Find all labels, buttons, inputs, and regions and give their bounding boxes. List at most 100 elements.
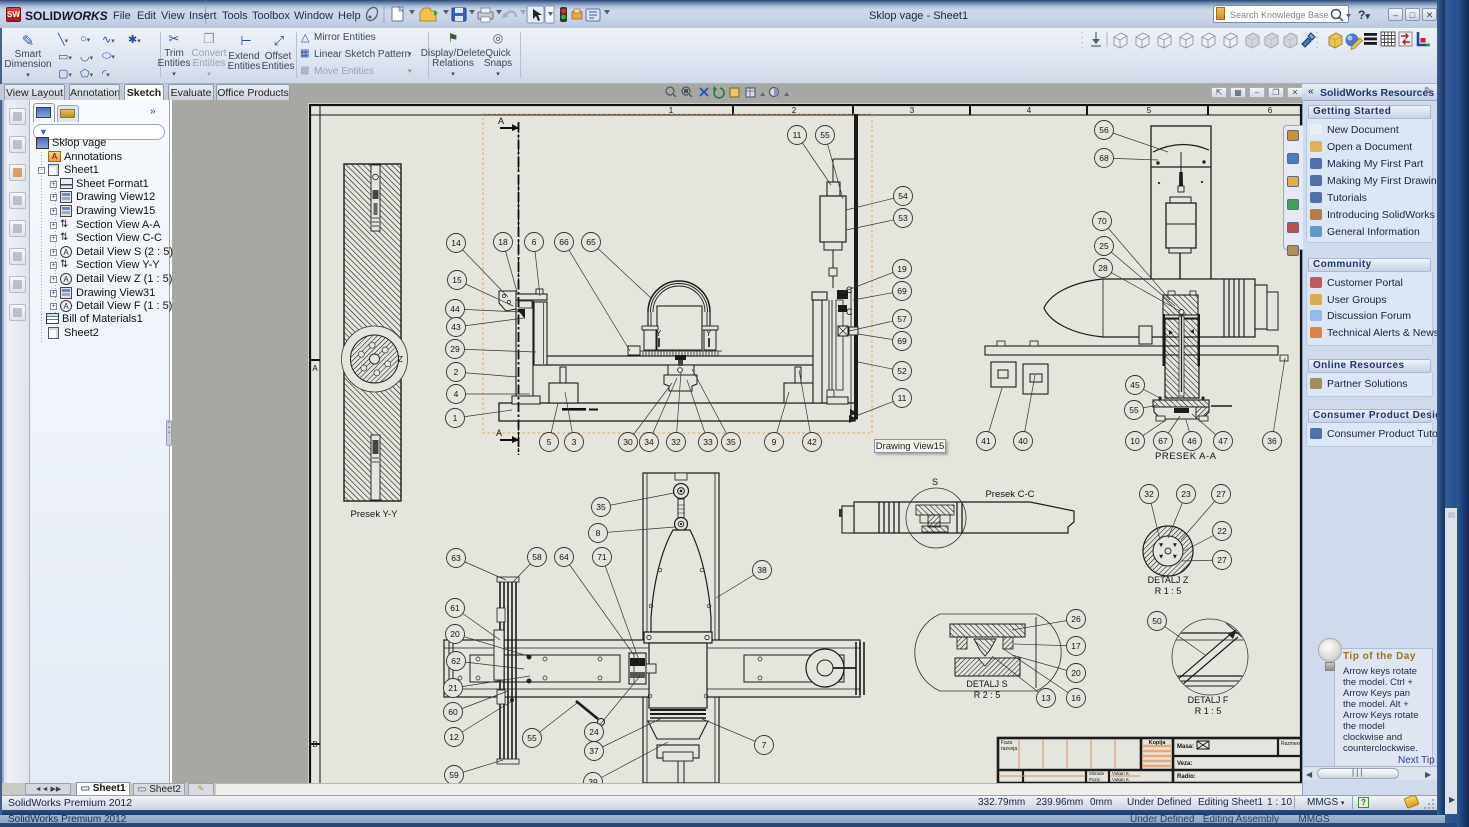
svg-text:20: 20 xyxy=(1071,668,1081,678)
svg-text:69: 69 xyxy=(897,336,907,346)
svg-text:32: 32 xyxy=(671,437,681,447)
svg-text:11: 11 xyxy=(898,393,907,403)
svg-text:C: C xyxy=(846,307,853,317)
svg-text:2: 2 xyxy=(454,367,459,377)
svg-text:29: 29 xyxy=(450,344,460,354)
svg-text:13: 13 xyxy=(1041,693,1051,703)
svg-text:62: 62 xyxy=(451,656,461,666)
svg-text:37: 37 xyxy=(589,746,599,756)
svg-text:Presek Y-Y: Presek Y-Y xyxy=(351,509,399,520)
svg-text:68: 68 xyxy=(1099,153,1109,163)
svg-text:44: 44 xyxy=(450,304,460,314)
svg-text:55: 55 xyxy=(527,733,537,743)
svg-text:Veza:: Veza: xyxy=(1177,761,1192,767)
svg-text:24: 24 xyxy=(589,727,599,737)
svg-text:60: 60 xyxy=(448,707,458,717)
svg-text:52: 52 xyxy=(897,366,907,376)
svg-text:45: 45 xyxy=(1130,380,1140,390)
svg-text:28: 28 xyxy=(1098,263,1108,273)
svg-text:27: 27 xyxy=(1216,489,1226,499)
svg-text:61: 61 xyxy=(450,603,460,613)
svg-text:Razmera: Razmera xyxy=(1281,741,1302,747)
svg-text:Obrada: Obrada xyxy=(1089,771,1105,776)
svg-text:21: 21 xyxy=(448,683,458,693)
svg-text:71: 71 xyxy=(597,552,607,562)
svg-text:R 1 : 5: R 1 : 5 xyxy=(1195,706,1222,716)
svg-text:18: 18 xyxy=(498,237,508,247)
svg-text:Z: Z xyxy=(398,355,403,364)
svg-text:Vukan K.: Vukan K. xyxy=(1112,771,1130,776)
svg-text:50: 50 xyxy=(1152,616,1162,626)
svg-text:63: 63 xyxy=(451,553,461,563)
svg-text:DETALJ Z: DETALJ Z xyxy=(1148,575,1189,585)
svg-text:Y: Y xyxy=(706,329,712,338)
svg-text:46: 46 xyxy=(1187,436,1197,446)
svg-text:4: 4 xyxy=(1027,106,1032,115)
svg-text:PRESEK A-A: PRESEK A-A xyxy=(1155,451,1217,462)
svg-text:8: 8 xyxy=(596,528,601,538)
svg-text:Pozic.: Pozic. xyxy=(1089,777,1101,782)
svg-text:66: 66 xyxy=(559,237,569,247)
svg-text:A: A xyxy=(312,364,318,373)
svg-text:20: 20 xyxy=(450,629,460,639)
svg-text:Vukan K.: Vukan K. xyxy=(1112,777,1130,782)
svg-text:17: 17 xyxy=(1071,641,1081,651)
svg-text:11: 11 xyxy=(793,130,802,140)
svg-text:57: 57 xyxy=(897,314,907,324)
svg-text:47: 47 xyxy=(1218,436,1228,446)
svg-text:19: 19 xyxy=(897,264,907,274)
svg-text:56: 56 xyxy=(1099,125,1109,135)
svg-text:54: 54 xyxy=(898,191,908,201)
svg-text:A: A xyxy=(496,428,502,438)
svg-text:40: 40 xyxy=(1018,436,1028,446)
svg-text:7: 7 xyxy=(762,740,767,750)
svg-text:69: 69 xyxy=(897,286,907,296)
svg-text:3: 3 xyxy=(910,106,915,115)
svg-text:55: 55 xyxy=(1129,405,1139,415)
svg-text:9: 9 xyxy=(772,437,777,447)
svg-text:Radio:: Radio: xyxy=(1177,774,1196,780)
svg-text:58: 58 xyxy=(532,552,542,562)
svg-text:Y: Y xyxy=(656,329,662,338)
svg-text:67: 67 xyxy=(1158,436,1168,446)
svg-text:42: 42 xyxy=(807,437,817,447)
svg-text:25: 25 xyxy=(1099,241,1109,251)
svg-text:16: 16 xyxy=(1071,693,1081,703)
svg-text:34: 34 xyxy=(644,437,654,447)
svg-text:33: 33 xyxy=(703,437,713,447)
svg-text:64: 64 xyxy=(559,552,569,562)
svg-text:36: 36 xyxy=(1267,436,1277,446)
svg-text:41: 41 xyxy=(981,436,991,446)
svg-text:22: 22 xyxy=(1217,526,1227,536)
svg-text:65: 65 xyxy=(586,237,596,247)
svg-text:S: S xyxy=(932,477,938,487)
svg-text:A: A xyxy=(498,116,504,126)
svg-text:R 2 : 5: R 2 : 5 xyxy=(974,690,1001,700)
svg-text:DETALJ F: DETALJ F xyxy=(1188,695,1229,705)
svg-text:3: 3 xyxy=(572,437,577,447)
svg-text:DETALJ S: DETALJ S xyxy=(966,679,1007,689)
svg-text:38: 38 xyxy=(757,565,767,575)
svg-text:Masa:: Masa: xyxy=(1177,744,1194,750)
svg-text:5: 5 xyxy=(1147,106,1152,115)
svg-text:Presek C-C: Presek C-C xyxy=(985,489,1034,500)
svg-text:35: 35 xyxy=(596,502,606,512)
svg-text:35: 35 xyxy=(726,437,736,447)
svg-text:12: 12 xyxy=(449,732,459,742)
svg-text:R 1 : 5: R 1 : 5 xyxy=(1155,586,1182,596)
svg-text:26: 26 xyxy=(1071,614,1081,624)
svg-text:4: 4 xyxy=(454,389,459,399)
svg-text:1: 1 xyxy=(453,413,458,423)
svg-text:6: 6 xyxy=(532,237,537,247)
svg-text:32: 32 xyxy=(1144,489,1154,499)
svg-text:55: 55 xyxy=(820,130,830,140)
svg-text:15: 15 xyxy=(452,275,462,285)
svg-text:70: 70 xyxy=(1097,216,1107,226)
svg-text:59: 59 xyxy=(449,770,459,780)
svg-text:27: 27 xyxy=(1217,555,1227,565)
svg-text:10: 10 xyxy=(1130,436,1140,446)
svg-text:razvoja: razvoja xyxy=(1001,746,1017,752)
svg-text:Kopija: Kopija xyxy=(1149,740,1167,746)
svg-text:6: 6 xyxy=(1268,106,1273,115)
svg-text:5: 5 xyxy=(547,437,552,447)
